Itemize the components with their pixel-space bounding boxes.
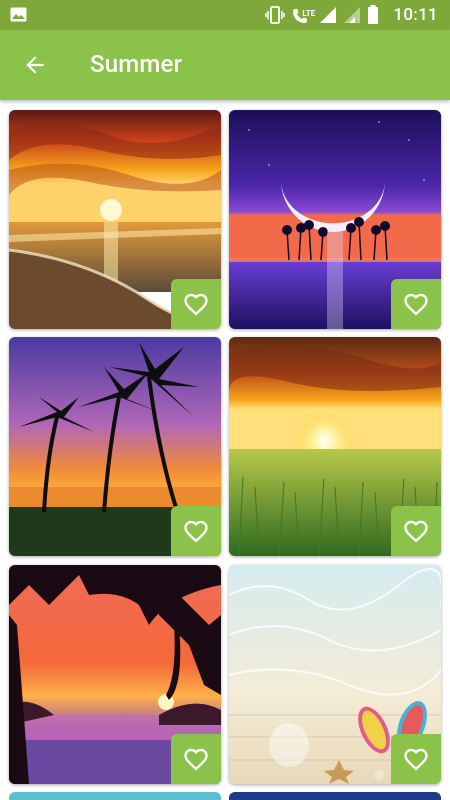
battery-icon (368, 5, 379, 24)
wallpaper-card[interactable] (9, 565, 221, 784)
status-bar: LTE 10:11 (0, 0, 450, 30)
heart-outline-icon (404, 748, 428, 771)
page-title: Summer (90, 50, 183, 78)
heart-outline-icon (184, 748, 208, 771)
heart-outline-icon (404, 293, 428, 316)
wallpaper-card[interactable] (9, 110, 221, 329)
wallpaper-grid (0, 100, 450, 800)
heart-outline-icon (184, 293, 208, 316)
favorite-button[interactable] (171, 279, 221, 329)
clock: 10:11 (393, 5, 438, 25)
signal-icon (344, 7, 361, 23)
heart-outline-icon (404, 520, 428, 543)
wallpaper-card-partial[interactable] (229, 792, 441, 800)
app-bar: Summer (0, 30, 450, 100)
wallpaper-card[interactable] (229, 337, 441, 556)
favorite-button[interactable] (391, 279, 441, 329)
vibrate-icon (265, 6, 286, 24)
wallpaper-card[interactable] (229, 110, 441, 329)
wallpaper-card-partial[interactable] (9, 792, 221, 800)
lte-call-icon: LTE (291, 5, 316, 25)
favorite-button[interactable] (391, 734, 441, 784)
network-type: LTE (302, 9, 316, 18)
favorite-button[interactable] (171, 506, 221, 556)
heart-outline-icon (184, 520, 208, 543)
wallpaper-card[interactable] (9, 337, 221, 556)
favorite-button[interactable] (391, 506, 441, 556)
arrow-back-icon[interactable] (22, 52, 48, 78)
wallpaper-card[interactable] (229, 565, 441, 784)
signal-icon (320, 7, 337, 23)
favorite-button[interactable] (171, 734, 221, 784)
gallery-icon (10, 7, 27, 22)
